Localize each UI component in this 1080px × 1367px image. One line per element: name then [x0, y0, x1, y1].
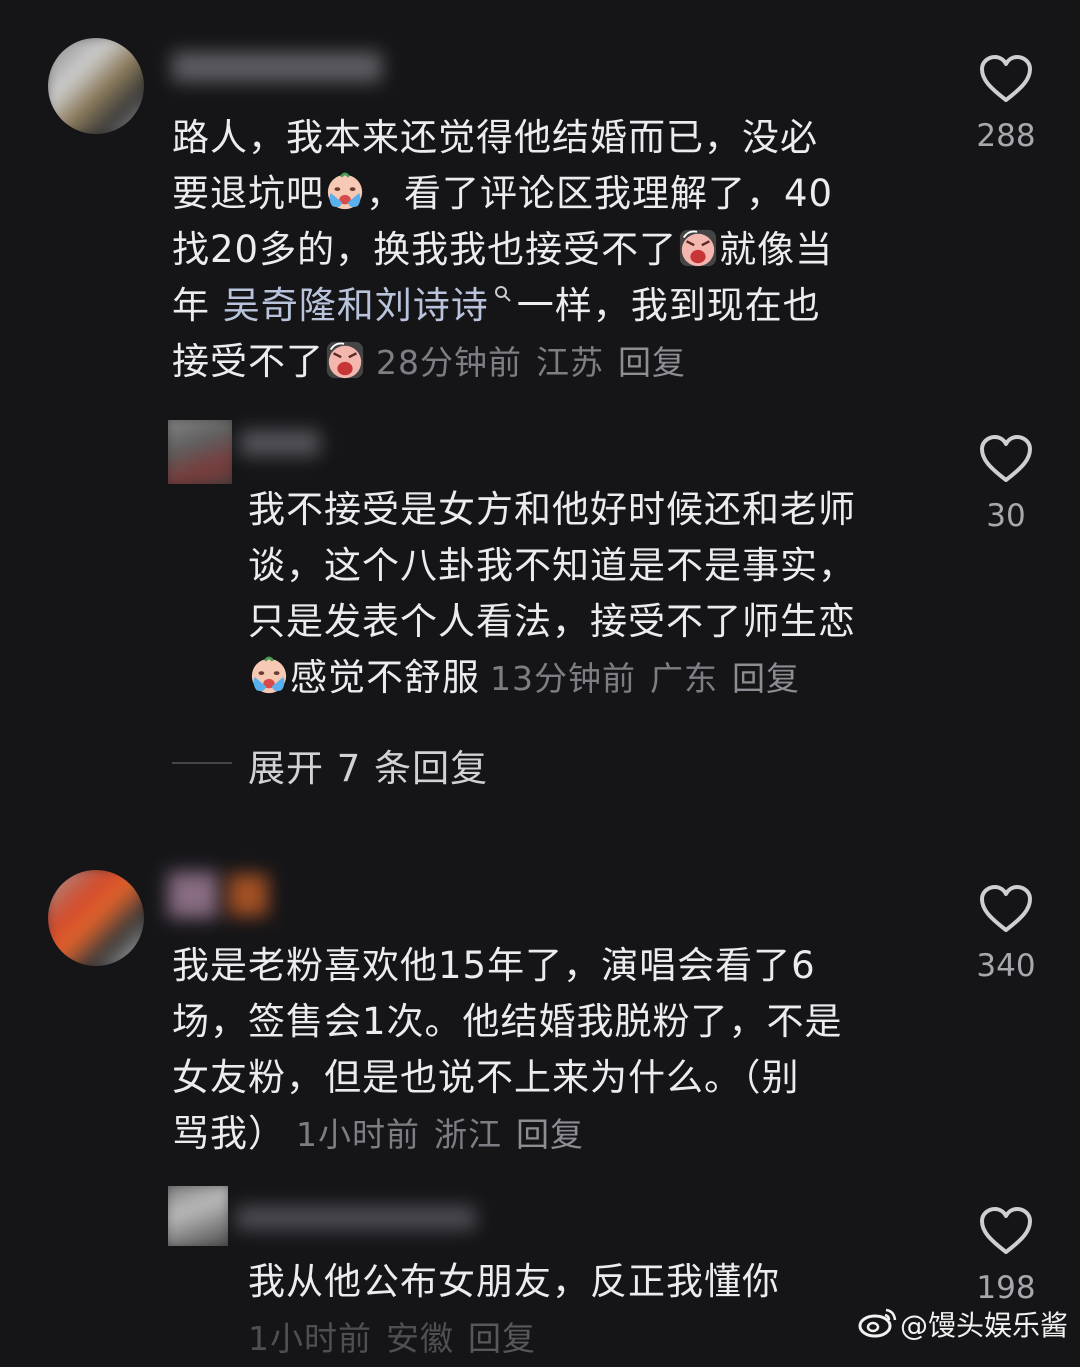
crying-face-icon: [250, 656, 288, 695]
reply-button[interactable]: 回复: [732, 659, 800, 698]
divider: [172, 762, 232, 764]
comment-text: 我不接受是女方和他好时候还和老师 谈，这个八卦我不知道是不是事实， 只是发表个人…: [248, 488, 856, 699]
comment-location: 安徽: [386, 1319, 454, 1358]
heart-outline-icon[interactable]: [979, 1206, 1033, 1256]
comment-text: 路人，我本来还觉得他结婚而已，没必 要退坑吧 ，看了评论区我理解了，40 找20多…: [172, 116, 834, 383]
comment-location: 江苏: [536, 343, 604, 382]
screaming-face-icon: [325, 340, 365, 380]
comment-time: 28分钟前: [376, 343, 522, 382]
search-link[interactable]: 吴奇隆和刘诗诗: [223, 284, 517, 327]
weibo-logo-icon: [858, 1308, 897, 1338]
search-icon: [494, 286, 511, 302]
comment-time: 13分钟前: [490, 659, 636, 698]
comment-text: 我是老粉喜欢他15年了，演唱会看了6 场，签售会1次。他结婚我脱粉了，不是 女友…: [172, 944, 843, 1155]
username-blurred[interactable]: [236, 1206, 476, 1230]
like-count: 340: [976, 948, 1036, 984]
username-blurred[interactable]: [228, 874, 268, 916]
crying-face-icon: [326, 172, 364, 211]
heart-outline-icon[interactable]: [979, 434, 1033, 484]
heart-outline-icon[interactable]: [979, 884, 1033, 934]
expand-replies-button[interactable]: 展开 7 条回复: [248, 738, 488, 792]
like-count: 30: [986, 498, 1026, 534]
comment-location: 广东: [650, 659, 718, 698]
comment-text: 我从他公布女朋友，反正我懂你 1小时前 安徽 回复: [248, 1260, 780, 1358]
username-blurred[interactable]: [168, 872, 218, 918]
reply-button[interactable]: 回复: [618, 343, 686, 382]
reply-button[interactable]: 回复: [516, 1115, 584, 1154]
avatar[interactable]: [168, 420, 232, 484]
screaming-face-icon: [678, 228, 718, 268]
avatar[interactable]: [168, 1186, 228, 1246]
comment-location: 浙江: [434, 1115, 502, 1154]
watermark: @馒头娱乐酱: [900, 1309, 1069, 1342]
avatar[interactable]: [48, 38, 144, 134]
like-count: 198: [976, 1270, 1036, 1306]
comment-time: 1小时前: [296, 1115, 420, 1154]
heart-outline-icon[interactable]: [979, 54, 1033, 104]
comment-time: 1小时前: [248, 1319, 372, 1358]
like-count: 288: [976, 118, 1036, 154]
username-blurred[interactable]: [240, 430, 320, 456]
username-blurred[interactable]: [172, 52, 382, 82]
avatar[interactable]: [48, 870, 144, 966]
reply-button[interactable]: 回复: [468, 1319, 536, 1358]
